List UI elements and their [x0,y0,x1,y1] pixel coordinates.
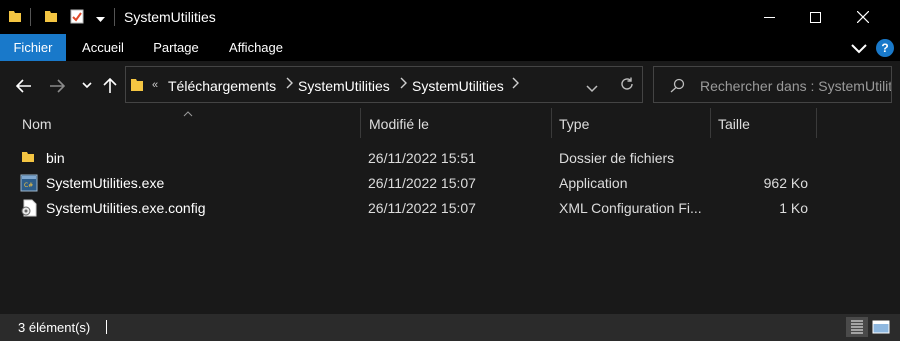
column-header-modified[interactable]: Modifié le [369,116,429,132]
file-name: bin [46,150,65,166]
status-bar: 3 élément(s) [0,314,900,341]
help-button[interactable]: ? [876,39,894,57]
forward-button[interactable] [46,75,68,97]
customize-quick-access-dropdown-icon[interactable] [96,12,105,27]
column-header-size[interactable]: Taille [718,116,750,132]
file-type: Application [559,175,628,191]
breadcrumb-systemutilities[interactable]: SystemUtilities [298,78,390,94]
forward-arrow-icon [50,79,65,93]
column-divider[interactable] [710,108,711,138]
large-icons-view-icon [872,320,890,334]
up-arrow-icon [103,78,117,93]
column-header-type[interactable]: Type [559,116,589,132]
quick-access-folder-icon[interactable] [44,9,58,26]
item-count: 3 élément(s) [18,320,91,335]
breadcrumb-separator[interactable] [512,77,519,92]
folder-icon [20,149,38,167]
minimize-icon [763,16,775,18]
sort-ascending-icon [183,105,193,120]
file-modified: 26/11/2022 15:07 [368,175,476,191]
breadcrumb-telechargements[interactable]: Téléchargements [168,78,276,94]
details-view-icon [851,320,863,334]
tab-partage[interactable]: Partage [142,34,210,61]
breadcrumb-systemutilities-current[interactable]: SystemUtilities [412,78,504,94]
status-separator [106,320,107,334]
breadcrumb-separator[interactable] [400,77,407,92]
file-type: XML Configuration Fi... [559,200,702,216]
tab-accueil[interactable]: Accueil [70,34,136,61]
up-button[interactable] [99,75,121,97]
search-input[interactable]: Rechercher dans : SystemUtilities [700,78,891,94]
details-view-button[interactable] [846,317,868,337]
toolbar-separator [114,8,115,26]
minimize-button[interactable] [746,0,792,34]
file-modified: 26/11/2022 15:07 [368,200,476,216]
breadcrumb-overflow[interactable]: « [152,79,158,91]
close-icon [857,11,869,23]
file-row[interactable]: SystemUtilities.exe.config 26/11/2022 15… [16,196,808,221]
tab-fichier[interactable]: Fichier [0,34,66,61]
tab-affichage[interactable]: Affichage [218,34,294,61]
column-divider[interactable] [551,108,552,138]
navigation-bar: « Téléchargements SystemUtilities System… [0,61,900,111]
title-bar: SystemUtilities [0,0,900,34]
file-row[interactable]: C# SystemUtilities.exe 26/11/2022 15:07 … [16,171,808,196]
recent-locations-button[interactable] [76,75,98,97]
file-row[interactable]: bin 26/11/2022 15:51 Dossier de fichiers [16,146,716,171]
exe-icon: C# [20,174,38,192]
chevron-down-icon [82,82,92,89]
file-size: 1 Ko [779,200,808,216]
search-box[interactable]: Rechercher dans : SystemUtilities [653,66,892,103]
folder-icon [8,9,22,26]
large-icons-view-button[interactable] [870,317,892,337]
ribbon-tabs: Fichier Accueil Partage Affichage ? [0,34,900,61]
file-name: SystemUtilities.exe [46,175,165,191]
breadcrumb-separator[interactable] [286,77,293,92]
config-file-icon [20,199,38,217]
toolbar-separator [30,8,31,26]
back-arrow-icon [16,79,31,93]
properties-check-icon[interactable] [70,9,84,27]
address-history-chevron-icon[interactable] [586,81,598,96]
file-type: Dossier de fichiers [559,150,675,166]
column-divider[interactable] [360,108,361,138]
search-icon [670,78,685,96]
column-divider[interactable] [816,108,817,138]
address-bar[interactable]: « Téléchargements SystemUtilities System… [125,66,643,103]
maximize-button[interactable] [792,0,838,34]
folder-icon [130,77,144,95]
close-button[interactable] [840,0,886,34]
window-title: SystemUtilities [124,9,216,25]
svg-text:C#: C# [24,182,33,189]
file-name: SystemUtilities.exe.config [46,200,206,216]
back-button[interactable] [13,75,35,97]
expand-ribbon-chevron-icon[interactable] [851,42,867,57]
column-header-name[interactable]: Nom [22,116,52,132]
file-modified: 26/11/2022 15:51 [368,150,476,166]
file-size: 962 Ko [763,175,808,191]
refresh-icon[interactable] [620,77,634,94]
maximize-icon [809,11,821,23]
